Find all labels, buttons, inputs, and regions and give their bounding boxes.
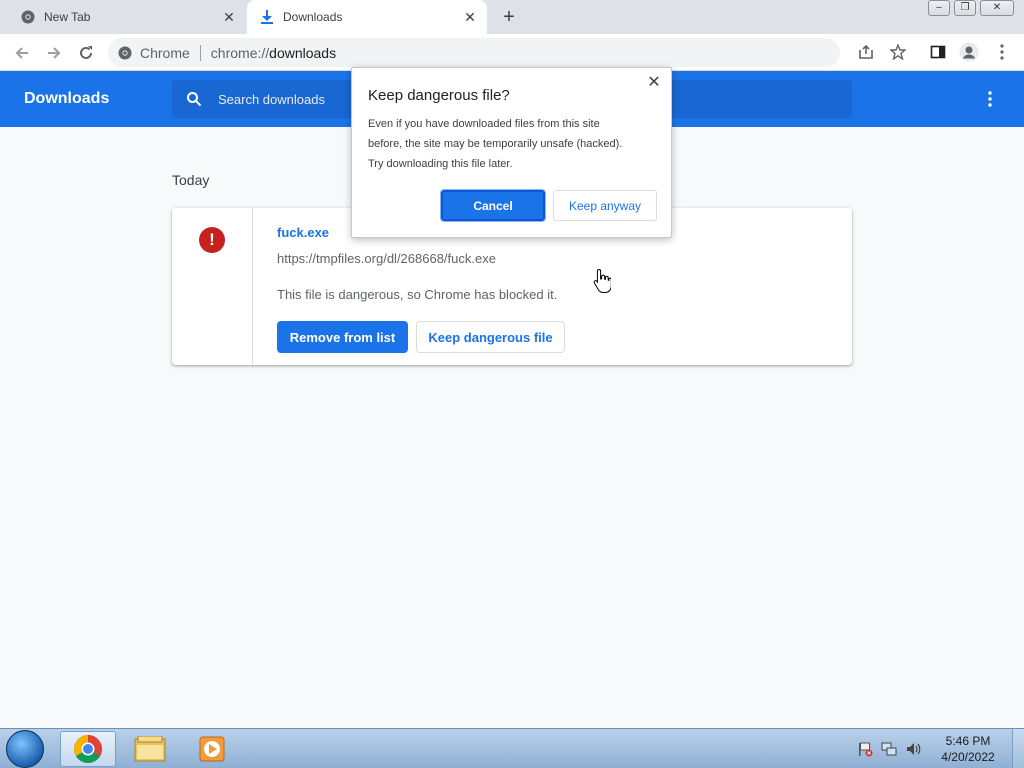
taskbar-chrome[interactable] — [60, 731, 116, 767]
start-button[interactable] — [6, 730, 44, 768]
date-group-heading: Today — [172, 172, 210, 188]
tab-title: New Tab — [44, 10, 91, 24]
volume-icon[interactable] — [904, 741, 922, 757]
kebab-menu-icon — [988, 91, 992, 107]
address-bar[interactable]: Chrome chrome://downloads — [108, 38, 840, 67]
file-name-link[interactable]: fuck.exe — [277, 225, 329, 240]
remove-from-list-button[interactable]: Remove from list — [277, 321, 408, 353]
system-clock[interactable]: 5:46 PM 4/20/2022 — [928, 733, 1008, 765]
dialog-message: Even if you have downloaded files from t… — [368, 118, 623, 170]
browser-toolbar: Chrome chrome://downloads — [0, 34, 1024, 71]
kebab-menu-icon[interactable] — [992, 42, 1012, 62]
cancel-button[interactable]: Cancel — [440, 189, 546, 222]
download-icon — [259, 9, 275, 25]
restore-button[interactable]: ❐ — [954, 0, 976, 16]
reload-icon — [80, 46, 92, 59]
hand-cursor-icon — [593, 268, 611, 293]
show-desktop-button[interactable] — [1012, 729, 1024, 768]
keep-dangerous-file-dialog: Keep dangerous file? ✕ Even if you have … — [351, 67, 672, 238]
page-title: Downloads — [24, 90, 110, 107]
site-chip[interactable]: Chrome — [118, 45, 190, 61]
url-text: chrome://downloads — [210, 44, 337, 61]
arrow-left-icon — [15, 47, 28, 59]
close-icon[interactable]: ✕ — [461, 8, 479, 26]
file-status-text: This file is dangerous, so Chrome has bl… — [277, 287, 558, 302]
tab-new-tab[interactable]: New Tab ✕ — [8, 0, 246, 34]
file-source-url[interactable]: https://tmpfiles.org/dl/268668/fuck.exe — [277, 251, 496, 266]
chrome-icon — [74, 735, 102, 763]
keep-dangerous-file-button[interactable]: Keep dangerous file — [416, 321, 565, 353]
minimize-button[interactable]: – — [928, 0, 950, 16]
folder-icon — [134, 736, 166, 762]
back-button[interactable] — [9, 40, 35, 66]
reload-button[interactable] — [73, 40, 99, 66]
chrome-icon — [20, 9, 36, 25]
dialog-title: Keep dangerous file? — [368, 87, 510, 104]
window-close-button[interactable]: ✕ — [980, 0, 1014, 16]
taskbar-file-explorer[interactable] — [122, 731, 178, 767]
taskbar-media-player[interactable] — [184, 731, 240, 767]
media-player-icon — [199, 736, 225, 762]
downloads-menu-button[interactable] — [980, 89, 1000, 109]
tab-strip: New Tab ✕ Downloads ✕ + – ❐ ✕ — [0, 0, 1024, 34]
danger-warning-icon: ! — [199, 227, 225, 253]
action-center-flag-icon[interactable] — [856, 741, 874, 757]
clock-time: 5:46 PM — [945, 734, 991, 748]
network-icon[interactable] — [880, 741, 898, 757]
bookmark-star-icon[interactable] — [888, 42, 908, 62]
file-icon-column: ! — [172, 208, 253, 365]
keep-anyway-button[interactable]: Keep anyway — [553, 190, 657, 221]
search-icon — [187, 92, 202, 107]
share-icon[interactable] — [856, 42, 876, 62]
side-panel-icon[interactable] — [928, 42, 948, 62]
clock-date: 4/20/2022 — [941, 750, 995, 764]
forward-button[interactable] — [41, 40, 67, 66]
close-icon[interactable]: ✕ — [645, 74, 663, 92]
omnibox-divider — [199, 44, 201, 61]
profile-avatar-icon[interactable] — [959, 42, 979, 62]
tab-downloads[interactable]: Downloads ✕ — [247, 0, 487, 34]
close-icon[interactable]: ✕ — [220, 8, 238, 26]
new-tab-button[interactable]: + — [497, 5, 521, 29]
window-controls: – ❐ ✕ — [928, 0, 1014, 16]
site-chip-label: Chrome — [140, 44, 190, 61]
tab-title: Downloads — [283, 10, 343, 24]
windows-taskbar: 5:46 PM 4/20/2022 — [0, 728, 1024, 768]
chrome-icon — [118, 46, 132, 59]
system-tray: 5:46 PM 4/20/2022 — [856, 729, 1024, 768]
arrow-right-icon — [48, 47, 61, 59]
